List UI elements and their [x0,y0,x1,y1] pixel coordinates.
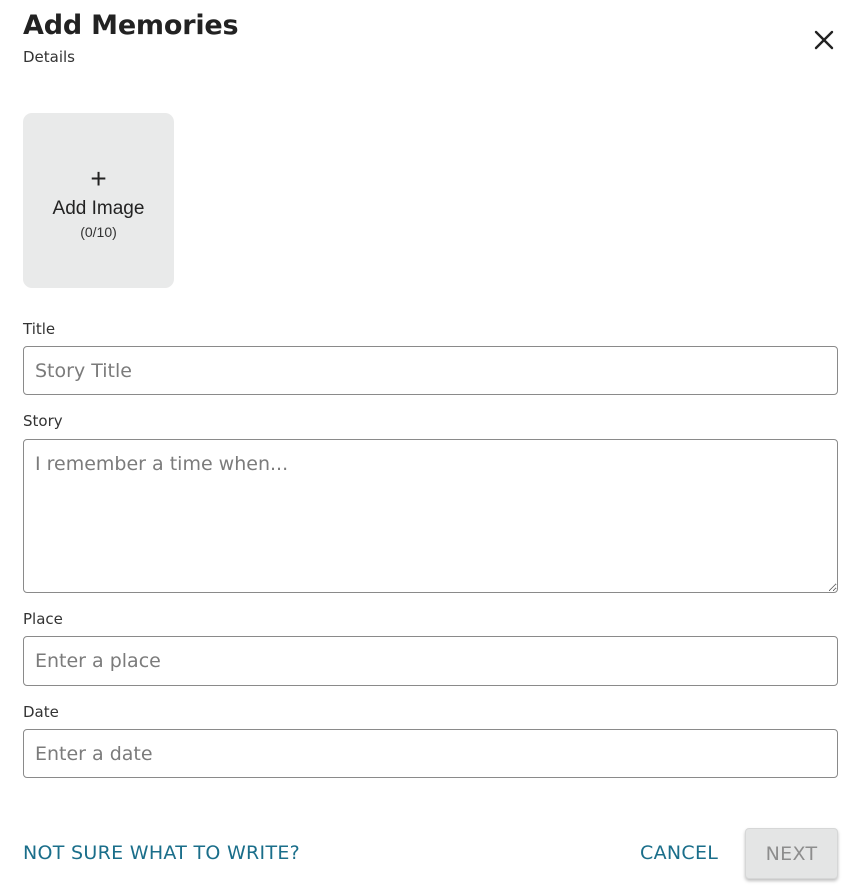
image-count: (0/10) [80,224,117,240]
next-button[interactable]: NEXT [745,828,838,879]
add-image-button[interactable]: + Add Image (0/10) [23,113,174,288]
title-label: Title [23,320,56,338]
story-textarea[interactable] [23,439,838,593]
story-label: Story [23,412,63,430]
cancel-button[interactable]: CANCEL [640,839,718,867]
dialog-subtitle: Details [23,48,76,66]
plus-icon: + [90,163,107,194]
date-input[interactable] [23,729,838,778]
add-image-label: Add Image [52,198,145,219]
place-label: Place [23,610,63,628]
close-button[interactable] [810,26,838,54]
add-memories-dialog: Add Memories Details + Add Image (0/10) … [0,0,856,891]
close-icon [814,30,834,50]
dialog-title: Add Memories [23,10,239,41]
writing-help-link[interactable]: NOT SURE WHAT TO WRITE? [23,839,300,867]
place-input[interactable] [23,636,838,686]
title-input[interactable] [23,346,838,395]
date-label: Date [23,703,59,721]
dialog-header: Add Memories Details [23,0,838,80]
